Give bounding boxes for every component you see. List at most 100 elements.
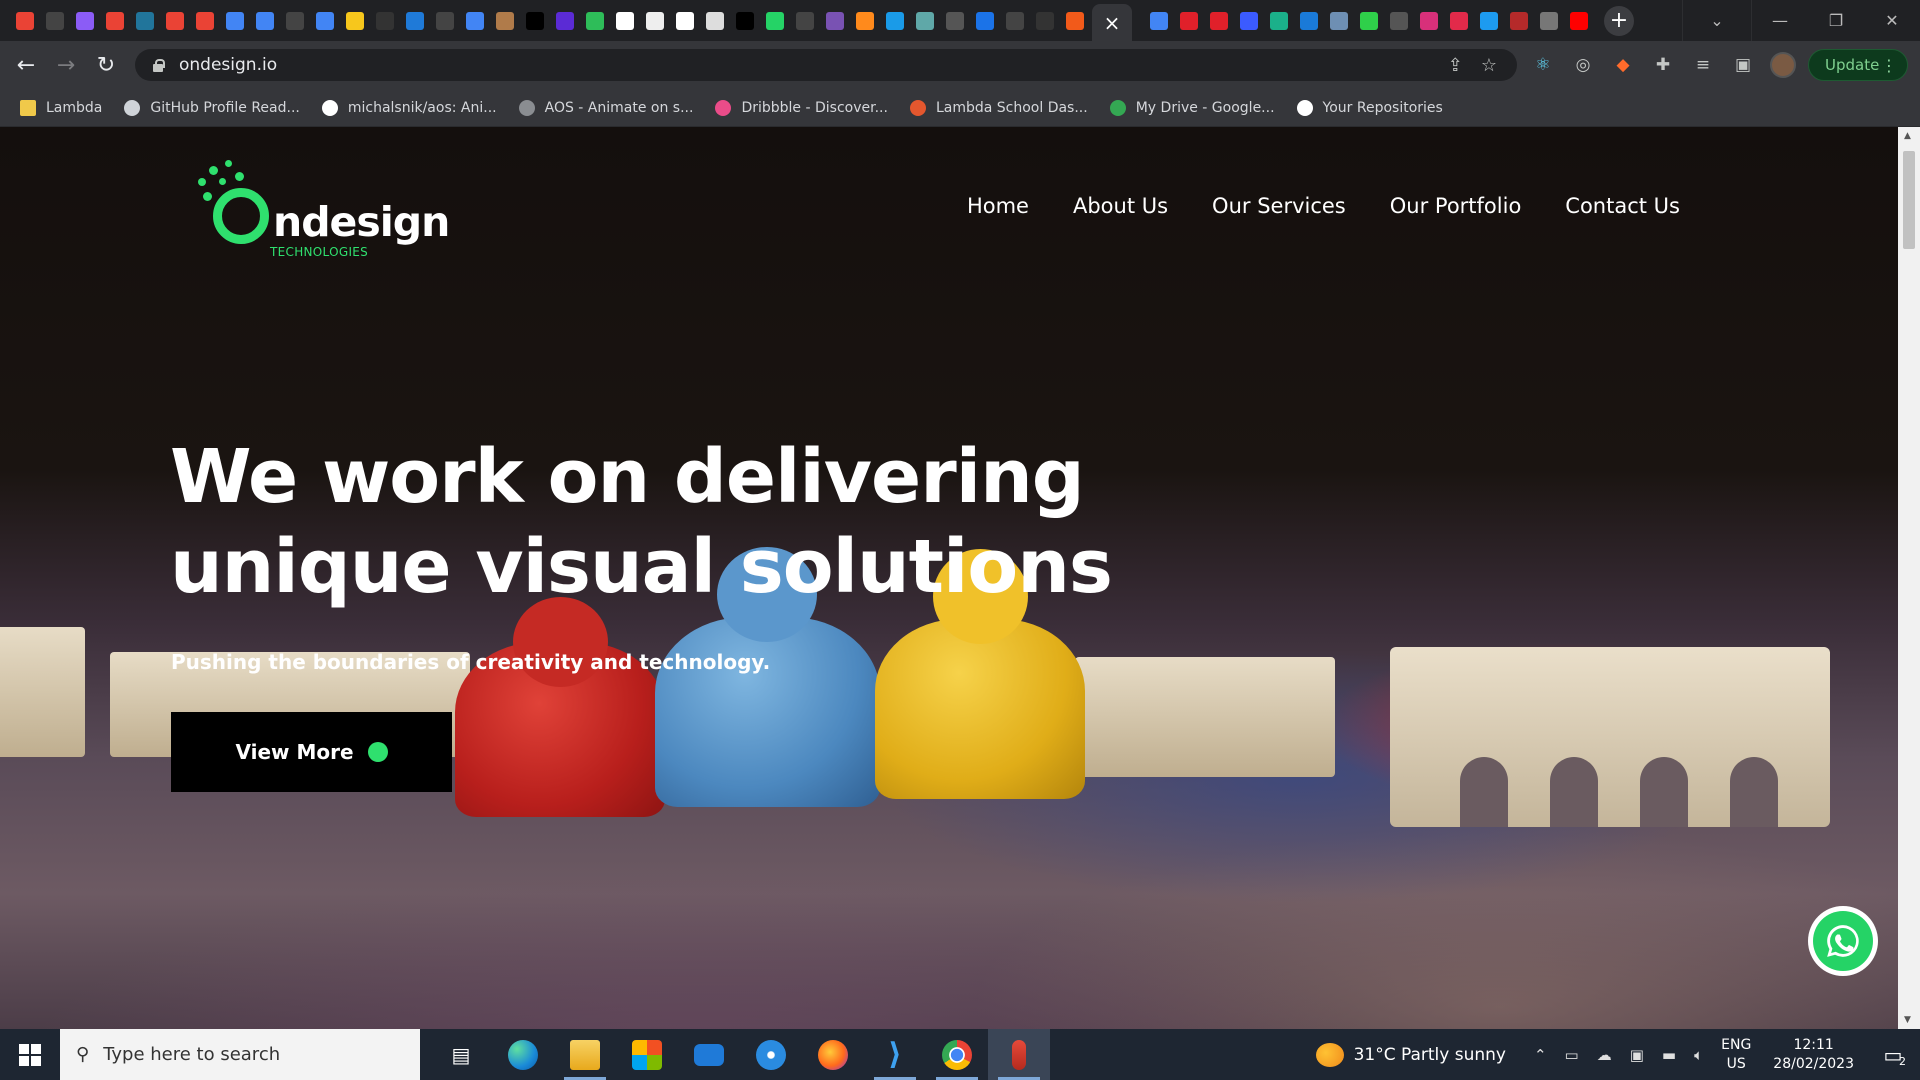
tab-docs[interactable] [1144,0,1174,41]
tab-vercel[interactable] [1030,0,1060,41]
browser-compass-icon[interactable] [740,1029,802,1080]
start-button[interactable] [0,1029,60,1080]
reload-button[interactable]: ↻ [86,45,126,85]
tab-search-icon[interactable]: ⌄ [1682,0,1752,41]
site-logo[interactable]: ndesign TECHNOLOGIES [195,160,450,260]
bookmark-item[interactable]: Dribbble - Discover... [715,99,888,116]
tab-gmail[interactable] [160,0,190,41]
tab-docs[interactable] [220,0,250,41]
tab-io[interactable] [730,0,760,41]
app-icon[interactable] [988,1029,1050,1080]
tab-sprout[interactable] [1354,0,1384,41]
tab-mail[interactable] [1324,0,1354,41]
meet-now-icon[interactable]: ▭ [1565,1046,1579,1064]
tab-docs[interactable] [310,0,340,41]
bookmark-item[interactable]: AOS - Animate on s... [518,99,693,116]
tab-hashnode[interactable] [70,0,100,41]
tab-circle[interactable] [940,0,970,41]
nav-about-us[interactable]: About Us [1073,194,1168,218]
tab-wordpress[interactable] [130,0,160,41]
nav-home[interactable]: Home [967,194,1029,218]
tab-red-star[interactable] [1204,0,1234,41]
store-icon[interactable] [616,1029,678,1080]
tab-circle[interactable] [1384,0,1414,41]
tab-github[interactable] [790,0,820,41]
tab-lorem[interactable] [550,0,580,41]
nav-our-portfolio[interactable]: Our Portfolio [1390,194,1522,218]
nav-contact-us[interactable]: Contact Us [1565,194,1680,218]
firefox-icon[interactable] [802,1029,864,1080]
tab-twitter[interactable] [1474,0,1504,41]
tab-cp[interactable] [1060,0,1090,41]
bookmark-item[interactable]: Lambda School Das... [909,99,1088,116]
tab-audio[interactable] [1534,0,1564,41]
tab-docs[interactable] [250,0,280,41]
tab-play[interactable] [880,0,910,41]
bookmark-item[interactable]: GitHub Profile Read... [124,99,300,116]
tab-dev[interactable] [520,0,550,41]
onedrive-icon[interactable]: ☁ [1597,1046,1612,1064]
side-panel-icon[interactable]: ▣ [1730,52,1756,78]
chrome-icon[interactable] [926,1029,988,1080]
tab-cf[interactable] [610,0,640,41]
tab-blue-app[interactable] [1234,0,1264,41]
task-view-icon[interactable]: ▤ [430,1029,492,1080]
tab-github[interactable] [280,0,310,41]
tab-youtube[interactable] [1564,0,1594,41]
active-tab[interactable]: × [1092,4,1132,41]
extension-circle-icon[interactable]: ◎ [1570,52,1596,78]
tab-gmail[interactable] [100,0,130,41]
scroll-down-icon[interactable]: ▼ [1904,1015,1911,1025]
battery-icon[interactable]: ▬ [1662,1046,1676,1064]
bookmark-item[interactable]: michalsnik/aos: Ani... [321,99,497,116]
extension-orange-icon[interactable]: ◆ [1610,52,1636,78]
tab-screenshot[interactable] [1264,0,1294,41]
tab-red[interactable] [1504,0,1534,41]
close-tab-icon[interactable]: × [1104,11,1121,35]
menu-dots-icon[interactable]: ⋮ [1881,56,1897,75]
clock[interactable]: 12:11 28/02/2023 [1773,1036,1854,1074]
lock-icon[interactable] [151,58,165,72]
reading-list-icon[interactable]: ≡ [1690,52,1716,78]
extensions-puzzle-icon[interactable]: ✚ [1650,52,1676,78]
restore-button[interactable]: ❐ [1808,0,1864,41]
profile-avatar[interactable] [1770,52,1796,78]
address-bar[interactable]: ondesign.io ⇪ ☆ [135,49,1517,81]
tab-gmail[interactable] [190,0,220,41]
tab-orange[interactable] [850,0,880,41]
new-tab-button[interactable]: + [1604,5,1634,36]
notification-center-icon[interactable]: ▭ 2 [1878,1040,1908,1070]
bookmark-star-icon[interactable]: ☆ [1481,55,1497,76]
close-window-button[interactable]: ✕ [1864,0,1920,41]
tab-atom[interactable] [910,0,940,41]
view-more-button[interactable]: View More [171,712,452,792]
tab-github[interactable] [40,0,70,41]
display-icon[interactable]: ▣ [1630,1046,1644,1064]
scroll-thumb[interactable] [1903,151,1915,249]
tab-github[interactable] [430,0,460,41]
tab-butterfly[interactable] [1294,0,1324,41]
back-button[interactable]: ← [6,45,46,85]
mail-icon[interactable] [678,1029,740,1080]
tab-shield[interactable] [340,0,370,41]
tab-bootstrap[interactable] [820,0,850,41]
update-button[interactable]: Update ⋮ [1808,49,1908,81]
tab-blank[interactable] [370,0,400,41]
bookmark-item[interactable]: Your Repositories [1296,99,1443,116]
language-indicator[interactable]: ENG US [1721,1036,1751,1074]
tab-image[interactable] [640,0,670,41]
nav-our-services[interactable]: Our Services [1212,194,1346,218]
tab-red-star[interactable] [1174,0,1204,41]
file-explorer-icon[interactable] [554,1029,616,1080]
taskbar-search[interactable]: ⚲ Type here to search [60,1029,420,1080]
tab-gmail[interactable] [10,0,40,41]
whatsapp-button[interactable] [1808,906,1878,976]
bookmark-item[interactable]: My Drive - Google... [1109,99,1275,116]
address-url[interactable]: ondesign.io [179,55,277,75]
tab-whatsapp[interactable] [760,0,790,41]
share-icon[interactable]: ⇪ [1448,55,1463,76]
tab-S[interactable] [1414,0,1444,41]
tab-docs[interactable] [460,0,490,41]
weather-widget[interactable]: 31°C Partly sunny [1315,1042,1506,1067]
tab-notion-green[interactable] [580,0,610,41]
